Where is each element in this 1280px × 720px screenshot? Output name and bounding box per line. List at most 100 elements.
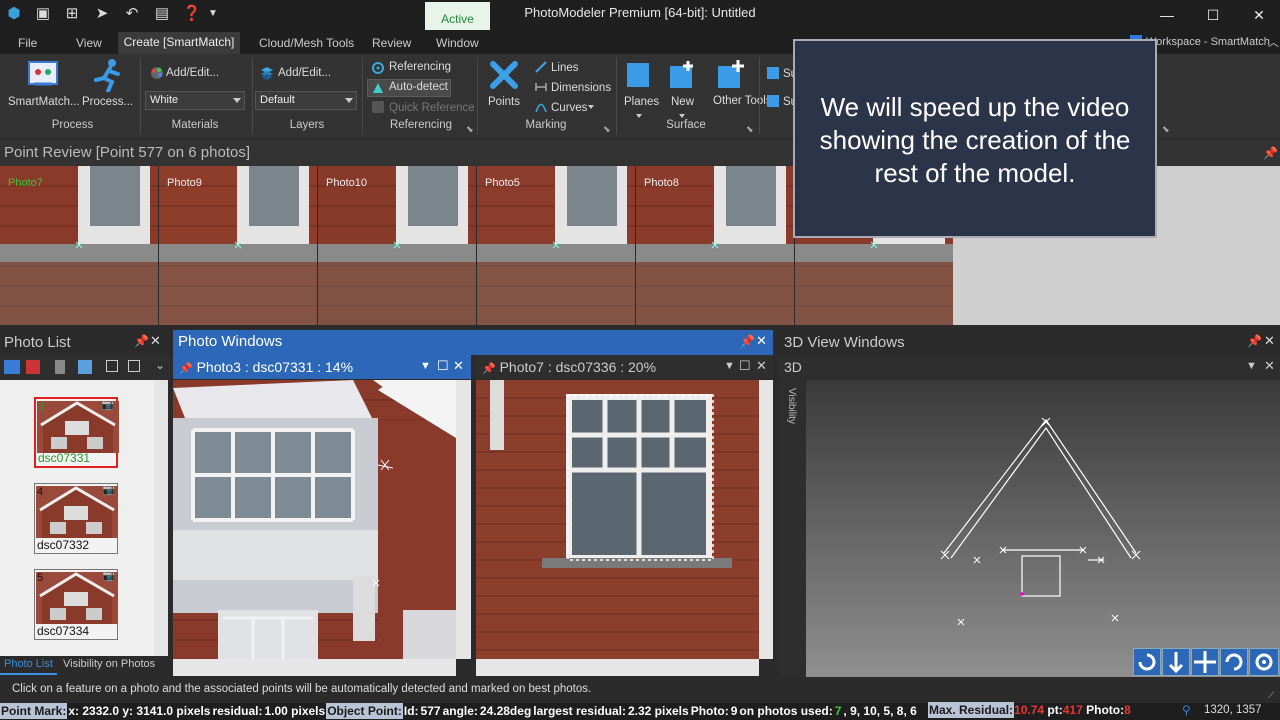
photo7-hscrollbar[interactable] <box>476 659 759 676</box>
photo3-image[interactable] <box>173 380 456 659</box>
close-icon[interactable]: ✕ <box>1264 333 1275 349</box>
planes-icon[interactable] <box>625 61 653 89</box>
menu-review[interactable]: Review <box>372 36 411 50</box>
workspace-label[interactable]: Workspace - SmartMatch <box>1146 36 1270 48</box>
point-review-thumb[interactable]: Photo9 <box>159 166 317 325</box>
planes-dropdown-icon[interactable] <box>636 114 642 118</box>
zoom-icon[interactable] <box>1162 648 1190 676</box>
pin-icon[interactable]: 📌 <box>1263 146 1278 160</box>
minimize-icon[interactable]: — <box>1154 4 1180 26</box>
points-button[interactable]: Points <box>488 96 520 108</box>
materials-combo[interactable]: White <box>145 91 245 110</box>
project-icon[interactable]: ⊞ <box>62 4 82 24</box>
close-icon[interactable]: ✕ <box>756 333 767 349</box>
new-button[interactable]: New <box>671 96 694 108</box>
close-icon[interactable]: ✕ <box>1264 358 1275 374</box>
photo-list-item[interactable]: 3 dsc07331 📷 <box>34 397 119 468</box>
photo-list-scrollbar[interactable] <box>154 380 168 656</box>
active-context-tab[interactable]: Active <box>425 2 490 30</box>
menu-window[interactable]: Window <box>436 36 479 50</box>
chevron-down-icon[interactable]: ⌄ <box>155 358 165 372</box>
tab-visibility-on-photos[interactable]: Visibility on Photos <box>63 658 155 670</box>
pin-icon[interactable]: 📌 <box>1247 334 1262 348</box>
help-icon[interactable]: ❓ <box>182 4 202 24</box>
photo-list-item[interactable]: 5 dsc07334 📷 <box>34 569 118 640</box>
menu-create-smartmatch[interactable]: Create [SmartMatch] <box>118 32 240 54</box>
new-dropdown-icon[interactable] <box>679 114 685 118</box>
dialog-launcher-icon[interactable]: ⬊ <box>603 124 611 135</box>
dialog-launcher-icon[interactable]: ⬊ <box>746 124 754 135</box>
materials-add-edit-button[interactable]: Add/Edit... <box>166 67 219 79</box>
photo7-vscrollbar[interactable] <box>759 380 773 659</box>
planes-button[interactable]: Planes <box>624 96 659 108</box>
settings-gear-icon[interactable] <box>1249 648 1279 676</box>
menu-cloud-mesh-tools[interactable]: Cloud/Mesh Tools <box>259 36 354 50</box>
save-icon[interactable]: ▣ <box>33 4 53 24</box>
process-button[interactable]: Process... <box>82 96 133 108</box>
collapse-icon[interactable] <box>128 360 140 372</box>
visibility-sidebar[interactable]: Visibility <box>780 380 806 677</box>
close-icon[interactable]: ✕ <box>756 358 767 374</box>
tab-photo-list[interactable]: Photo List <box>0 657 57 675</box>
resize-grip-icon[interactable]: ⟋ <box>1268 690 1274 701</box>
new-surface-icon[interactable] <box>668 60 698 90</box>
maximize-icon[interactable]: ☐ <box>739 358 751 374</box>
undo-view-icon[interactable] <box>1220 648 1248 676</box>
pin-icon[interactable]: 📌 <box>134 334 149 348</box>
rotate-icon[interactable] <box>1133 648 1161 676</box>
point-review-thumb[interactable]: Photo10 <box>318 166 476 325</box>
sort-icon[interactable] <box>4 360 20 374</box>
layers-combo[interactable]: Default <box>255 91 357 110</box>
point-review-thumb[interactable]: Photo5 <box>477 166 635 325</box>
pin-icon[interactable]: 📌 <box>482 363 496 375</box>
close-icon[interactable]: ✕ <box>453 358 464 374</box>
smartmatch-icon[interactable] <box>26 58 60 92</box>
chevron-down-icon[interactable]: ▼ <box>1246 360 1257 372</box>
smartmatch-button[interactable]: SmartMatch... <box>8 96 80 108</box>
photo3-vscrollbar[interactable] <box>456 380 471 659</box>
other-tools-icon[interactable] <box>716 60 746 90</box>
auto-detect-button[interactable]: Auto-detect <box>389 81 448 93</box>
chevron-down-icon[interactable]: ▼ <box>724 360 735 372</box>
view3d-canvas[interactable] <box>806 380 1280 677</box>
refresh-icon[interactable] <box>78 360 92 374</box>
layers-add-edit-button[interactable]: Add/Edit... <box>278 67 331 79</box>
points-x-icon[interactable] <box>489 60 519 90</box>
process-runner-icon[interactable] <box>90 58 124 92</box>
undo-icon[interactable]: ↶ <box>122 4 142 24</box>
select-arrow-icon[interactable]: ➤ <box>92 4 112 24</box>
quick-access-dropdown-icon[interactable]: ▼ <box>203 4 223 24</box>
filter-icon[interactable] <box>26 360 40 374</box>
film-icon[interactable] <box>55 360 65 374</box>
dialog-launcher-icon[interactable]: ⬊ <box>1162 124 1170 135</box>
curves-button[interactable]: Curves <box>551 102 587 114</box>
chevron-down-icon[interactable]: ▼ <box>420 360 431 372</box>
menu-file[interactable]: File <box>18 36 37 50</box>
point-review-thumb[interactable]: Photo7 <box>0 166 158 325</box>
menu-view[interactable]: View <box>76 36 102 50</box>
referencing-button[interactable]: Referencing <box>389 61 451 73</box>
camera-icon: 📷 <box>102 485 115 496</box>
pan-icon[interactable] <box>1191 648 1219 676</box>
expand-icon[interactable] <box>106 360 118 372</box>
maximize-icon[interactable]: ☐ <box>1200 4 1226 26</box>
maximize-icon[interactable]: ☐ <box>437 358 449 374</box>
other-tools-button[interactable]: Other Tools <box>713 95 772 107</box>
tab-3d[interactable]: 3D <box>784 359 802 375</box>
auto-detect-icon <box>372 82 384 94</box>
dialog-launcher-icon[interactable]: ⬊ <box>466 124 474 135</box>
chevron-up-icon[interactable]: ︿ <box>1268 34 1279 50</box>
photo7-image[interactable] <box>476 380 759 659</box>
pin-icon[interactable]: 📌 <box>740 334 755 348</box>
photo-list-item[interactable]: 4 dsc07332 📷 <box>34 483 118 554</box>
point-review-thumb[interactable]: Photo8 <box>636 166 794 325</box>
quick-reference-button[interactable]: Quick Reference <box>389 102 475 114</box>
dimensions-button[interactable]: Dimensions <box>551 82 611 94</box>
close-icon[interactable]: ✕ <box>150 333 161 349</box>
photo3-hscrollbar[interactable] <box>173 659 456 676</box>
close-icon[interactable]: ✕ <box>1246 4 1272 26</box>
pin-icon[interactable]: 📌 <box>179 363 193 375</box>
photo-icon[interactable]: ▤ <box>152 4 172 24</box>
lines-button[interactable]: Lines <box>551 62 579 74</box>
curves-dropdown-icon[interactable] <box>588 105 594 109</box>
